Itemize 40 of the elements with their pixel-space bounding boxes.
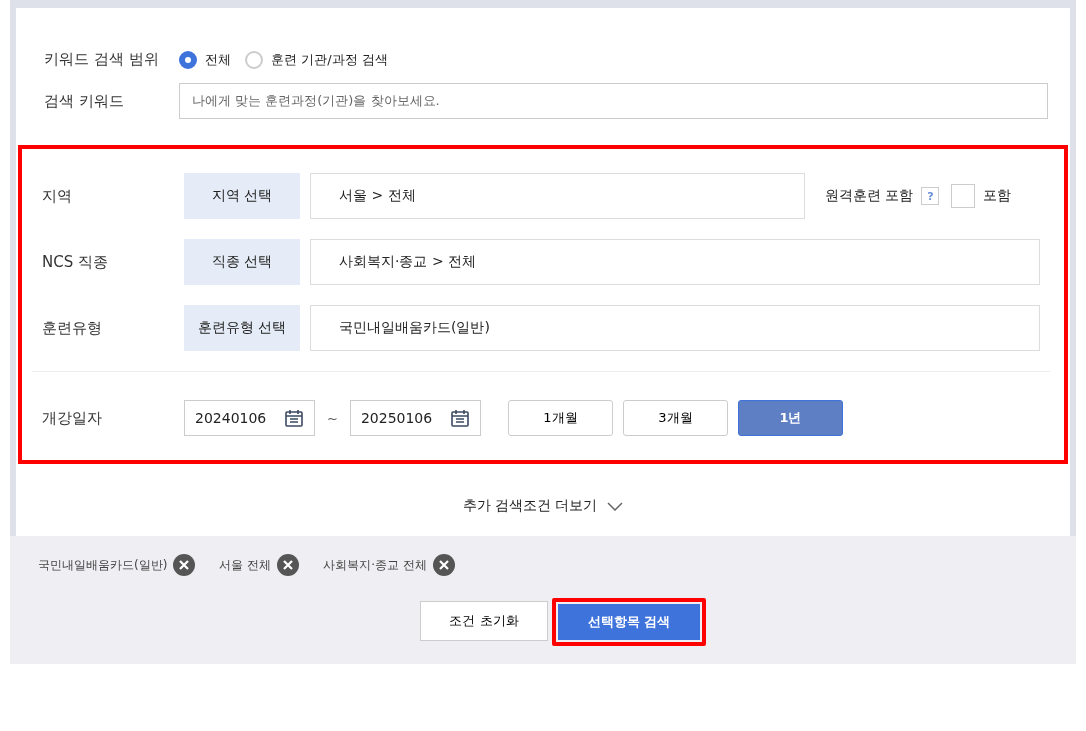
period-button[interactable]: 3개월	[622, 400, 728, 436]
period-button[interactable]: 1년	[737, 400, 843, 436]
field-label: NCS 직종	[42, 252, 109, 272]
field-label: 키워드 검색 범위	[43, 50, 160, 69]
radio-button[interactable]	[245, 50, 263, 69]
select-button[interactable]: 지역 선택	[184, 173, 300, 219]
checkbox-label: 포함	[983, 187, 1012, 205]
select-button[interactable]: 직종 선택	[184, 239, 300, 285]
calendar-icon[interactable]	[284, 408, 304, 428]
radio-option[interactable]: 전체	[179, 50, 231, 69]
field-label: 개강일자	[42, 408, 103, 428]
date-text: 20240106	[195, 410, 267, 426]
radio-option[interactable]: 훈련 기관/과정 검색	[245, 50, 388, 69]
remove-icon[interactable]	[173, 554, 196, 576]
remote-training-label: 원격훈련 포함	[825, 187, 914, 205]
search-button[interactable]: 선택항목 검색	[558, 604, 700, 640]
field-label: 검색 키워드	[43, 91, 125, 111]
selected-value-field: 국민내일배움카드(일반)	[310, 305, 1040, 351]
date-text: 20250106	[360, 410, 433, 426]
keyword-input-field[interactable]: 나에게 맞는 훈련과정(기관)을 찾아보세요.	[179, 83, 1048, 119]
field-label: 훈련유형	[42, 318, 103, 338]
selected-value-field: 사회복지·종교 > 전체	[310, 239, 1040, 285]
radio-button[interactable]	[179, 50, 197, 69]
filter-tag-label: 서울 전체	[219, 556, 272, 574]
filter-tag-label: 사회복지·종교 전체	[323, 556, 427, 574]
field-label: 지역	[42, 186, 73, 206]
chevron-down-icon	[607, 501, 624, 511]
start-date-field[interactable]: 20240106	[184, 400, 315, 436]
period-button[interactable]: 1개월	[507, 400, 613, 436]
range-separator: ~	[327, 410, 338, 426]
remove-icon[interactable]	[432, 554, 455, 576]
selected-value-field: 서울 > 전체	[310, 173, 805, 219]
remove-icon[interactable]	[277, 554, 300, 576]
calendar-icon[interactable]	[449, 408, 470, 428]
checkbox[interactable]	[951, 184, 976, 208]
more-conditions-toggle[interactable]: 추가 검색조건 더보기	[16, 496, 1070, 516]
reset-button[interactable]: 조건 초기화	[420, 601, 548, 641]
end-date-field[interactable]: 20250106	[349, 400, 481, 436]
select-button[interactable]: 훈련유형 선택	[184, 305, 300, 351]
filter-tag-label: 국민내일배움카드(일반)	[38, 556, 168, 574]
